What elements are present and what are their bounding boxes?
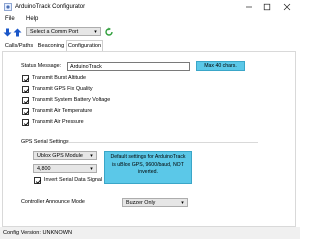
minimize-button[interactable] [240, 0, 258, 14]
gps-settings-note: Default settings for ArduinoTrack is uBl… [104, 151, 192, 184]
transmit-burst-altitude-checkbox[interactable] [22, 75, 30, 82]
tab-strip: Calls/Paths Beaconing Configuration [0, 40, 300, 51]
status-message-note: Max 40 chars. [196, 61, 245, 71]
transmit-air-pressure-checkbox[interactable] [22, 119, 30, 126]
gps-module-value: Ublox GPS Module [37, 153, 83, 159]
tab-calls-paths[interactable]: Calls/Paths [3, 41, 35, 51]
announce-mode-label: Controller Announce Mode [21, 199, 85, 205]
baud-rate-select[interactable]: 4,800 ▾ [33, 164, 97, 173]
transmit-battery-voltage-checkbox[interactable] [22, 97, 30, 104]
menu-bar: File Help [0, 14, 300, 25]
status-message-input[interactable]: ArduinoTrack [67, 62, 190, 71]
checkmark-icon [23, 88, 30, 93]
title-bar: ArduinoTrack Configurator [0, 0, 300, 14]
comm-port-select[interactable]: Select a Comm Port ▾ [26, 27, 101, 36]
invert-serial-checkbox[interactable] [34, 177, 42, 184]
transmit-burst-altitude-label: Transmit Burst Altitude [32, 75, 87, 81]
window-title: ArduinoTrack Configurator [15, 4, 86, 10]
transmit-air-temperature-label: Transmit Air Temperature [32, 108, 93, 114]
chevron-down-icon: ▾ [90, 166, 93, 172]
chevron-down-icon: ▾ [94, 29, 97, 35]
transmit-battery-voltage-label: Transmit System Battery Voltage [32, 97, 111, 103]
transmit-air-temperature-checkbox[interactable] [22, 108, 30, 115]
toolbar: Select a Comm Port ▾ [0, 25, 300, 39]
tab-configuration[interactable]: Configuration [66, 40, 103, 51]
menu-help[interactable]: Help [26, 15, 38, 24]
close-icon [283, 3, 291, 11]
comm-port-placeholder: Select a Comm Port [30, 29, 79, 35]
chevron-down-icon: ▾ [90, 153, 93, 159]
config-version-text: Config Version: UNKNOWN [3, 230, 73, 236]
status-bar: Config Version: UNKNOWN [0, 227, 300, 239]
checkmark-icon [23, 110, 30, 115]
app-icon [4, 3, 12, 11]
maximize-button[interactable] [258, 0, 276, 14]
tab-beaconing[interactable]: Beaconing [36, 41, 66, 51]
checkmark-icon [23, 77, 30, 82]
arrow-up-icon[interactable] [13, 28, 22, 37]
invert-serial-label: Invert Serial Data Signal [44, 177, 103, 183]
transmit-gps-fix-quality-label: Transmit GPS Fix Quality [32, 86, 93, 92]
app-window: ArduinoTrack Configurator File Help Sele… [0, 0, 300, 239]
checkmark-icon [23, 121, 30, 126]
status-message-value: ArduinoTrack [70, 63, 102, 70]
checkmark-icon [23, 99, 30, 104]
checkmark-icon [35, 179, 42, 184]
gps-group-divider [68, 142, 258, 143]
refresh-icon[interactable] [104, 27, 114, 37]
transmit-air-pressure-label: Transmit Air Pressure [32, 119, 84, 125]
gps-group-label: GPS Serial Settings [21, 139, 69, 145]
status-message-label: Status Message: [21, 63, 62, 69]
chevron-down-icon: ▾ [181, 200, 184, 206]
announce-mode-value: Buzzer Only [126, 200, 156, 206]
maximize-icon [263, 3, 271, 11]
baud-rate-value: 4,800 [37, 166, 51, 172]
gps-module-select[interactable]: Ublox GPS Module ▾ [33, 151, 97, 160]
announce-mode-select[interactable]: Buzzer Only ▾ [122, 198, 188, 207]
arrow-down-icon[interactable] [3, 28, 12, 37]
close-button[interactable] [278, 0, 296, 14]
menu-file[interactable]: File [5, 15, 15, 24]
minimize-icon [246, 6, 252, 8]
transmit-gps-fix-quality-checkbox[interactable] [22, 86, 30, 93]
